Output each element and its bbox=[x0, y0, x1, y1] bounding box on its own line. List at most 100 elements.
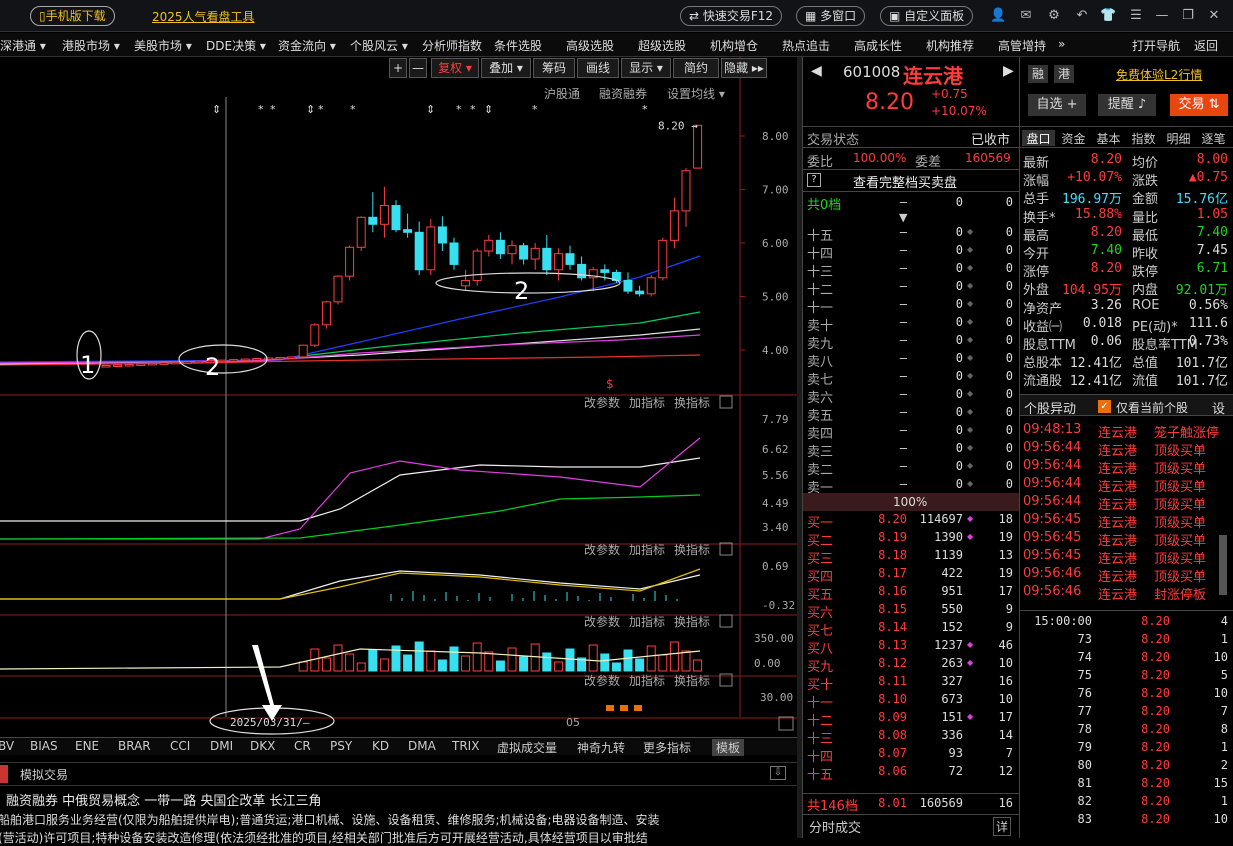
menu-item-1[interactable]: 港股市场 ▾ bbox=[62, 37, 120, 54]
anomaly-row-1[interactable]: 09:56:44 连云港 顶级买单 bbox=[1020, 439, 1233, 459]
sub-label-2-2[interactable]: 换指标 bbox=[674, 614, 710, 629]
chart-area[interactable]: 8.00 7.00 6.00 5.00 4.00 8.20 → ⇕ * * ⇕ * * ⇕ * * ⇕ * * $1… bbox=[0, 57, 797, 737]
settings-icon[interactable]: ⚙ bbox=[1046, 8, 1062, 24]
menu-item-11[interactable]: 热点追击 bbox=[782, 37, 830, 54]
menu-item-8[interactable]: 高级选股 bbox=[566, 37, 614, 54]
toolbar-btn-4[interactable]: 显示 ▾ bbox=[621, 58, 671, 78]
sub-label-1-0[interactable]: 改参数 bbox=[584, 542, 620, 557]
ma-setting-button[interactable]: 设置均线 ▾ bbox=[667, 85, 725, 102]
indicator-tab-14[interactable]: 更多指标 bbox=[643, 739, 691, 756]
toolbar-btn-6[interactable]: 隐藏 ▸▸ bbox=[721, 58, 767, 78]
quote-tab-4[interactable]: 明细 bbox=[1162, 130, 1195, 146]
indicator-tab-4[interactable]: CCI bbox=[170, 739, 190, 753]
sub-label-1-2[interactable]: 换指标 bbox=[674, 542, 710, 557]
menu-item-9[interactable]: 超级选股 bbox=[638, 37, 686, 54]
free-l2-link[interactable]: 免费体验L2行情 bbox=[1116, 66, 1202, 83]
indicator-tab-12[interactable]: 虚拟成交量 bbox=[497, 739, 557, 756]
indicator-tab-7[interactable]: CR bbox=[294, 739, 311, 753]
quote-tab-2[interactable]: 基本 bbox=[1092, 130, 1125, 146]
anomaly-row-9[interactable]: 09:56:46 连云港 封涨停板 bbox=[1020, 583, 1233, 603]
menu-item-14[interactable]: 高管增持 bbox=[998, 37, 1046, 54]
quote-tab-3[interactable]: 指数 bbox=[1127, 130, 1160, 146]
indicator-tab-0[interactable]: BV bbox=[0, 739, 14, 753]
anomaly-row-4[interactable]: 09:56:44 连云港 顶级买单 bbox=[1020, 493, 1233, 513]
sub-label-1-1[interactable]: 加指标 bbox=[629, 542, 665, 557]
fenshi-tab[interactable]: 分时成交 bbox=[809, 817, 861, 836]
toolbar-btn-0[interactable]: 复权 ▾ bbox=[431, 58, 479, 78]
zoom-in-icon[interactable]: + bbox=[389, 58, 407, 78]
undo-icon[interactable]: ↶ bbox=[1074, 8, 1090, 24]
menu-item-12[interactable]: 高成长性 bbox=[854, 37, 902, 54]
sub-close-2[interactable] bbox=[719, 614, 733, 628]
hgt-label[interactable]: 沪股通 bbox=[544, 85, 580, 102]
minimize-icon[interactable]: — bbox=[1154, 8, 1170, 24]
toolbar-btn-5[interactable]: 简约 bbox=[673, 58, 719, 78]
mobile-download-button[interactable]: ▯手机版下载 bbox=[30, 6, 115, 26]
restore-icon[interactable]: ❐ bbox=[1180, 8, 1196, 24]
menu-item-3[interactable]: DDE决策 ▾ bbox=[206, 37, 266, 54]
anomaly-row-8[interactable]: 09:56:46 连云港 顶级买单 bbox=[1020, 565, 1233, 585]
multi-window-button[interactable]: ▦ 多窗口 bbox=[796, 6, 866, 26]
menu-item-4[interactable]: 资金流向 ▾ bbox=[278, 37, 336, 54]
prev-stock-icon[interactable]: ◀ bbox=[811, 63, 822, 79]
next-stock-icon[interactable]: ▶ bbox=[1003, 63, 1014, 79]
sub-label-2-0[interactable]: 改参数 bbox=[584, 614, 620, 629]
hot-tool-link[interactable]: 2025人气看盘工具 bbox=[152, 8, 255, 25]
anomaly-settings-button[interactable]: 设 bbox=[1212, 398, 1225, 417]
mail-icon[interactable]: ✉ bbox=[1018, 8, 1034, 24]
anomaly-row-7[interactable]: 09:56:45 连云港 顶级买单 bbox=[1020, 547, 1233, 567]
sub-label-0-1[interactable]: 加指标 bbox=[629, 395, 665, 410]
indicator-tab-1[interactable]: BIAS bbox=[30, 739, 58, 753]
menu-item-0[interactable]: 深港通 ▾ bbox=[0, 37, 46, 54]
quote-tab-1[interactable]: 资金 bbox=[1057, 130, 1090, 146]
only-current-checkbox[interactable]: ✓ bbox=[1098, 400, 1111, 413]
collapse-chevron-icon[interactable]: ▼ bbox=[899, 211, 907, 224]
sub-label-2-1[interactable]: 加指标 bbox=[629, 614, 665, 629]
sim-trade-tab[interactable]: 模拟交易 bbox=[20, 766, 68, 783]
toolbar-btn-1[interactable]: 叠加 ▾ bbox=[481, 58, 531, 78]
close-icon[interactable]: ✕ bbox=[1206, 8, 1222, 24]
menu-item-13[interactable]: 机构推荐 bbox=[926, 37, 974, 54]
help-icon[interactable]: ? bbox=[807, 173, 821, 187]
add-watchlist-button[interactable]: 自选 + bbox=[1028, 94, 1086, 116]
indicator-tab-3[interactable]: BRAR bbox=[118, 739, 151, 753]
shirt-icon[interactable]: 👕 bbox=[1100, 8, 1116, 24]
user-icon[interactable]: 👤 bbox=[990, 8, 1006, 24]
anomaly-title[interactable]: 个股异动 bbox=[1024, 398, 1076, 417]
sub-label-3-2[interactable]: 换指标 bbox=[674, 673, 710, 688]
open-nav-button[interactable]: 打开导航 bbox=[1132, 37, 1180, 54]
hk-connect-badge[interactable]: 港 bbox=[1054, 65, 1074, 83]
margin-badge[interactable]: 融 bbox=[1028, 65, 1048, 83]
quote-tab-0[interactable]: 盘口 bbox=[1022, 130, 1055, 146]
indicator-tab-2[interactable]: ENE bbox=[75, 739, 99, 753]
anomaly-row-2[interactable]: 09:56:44 连云港 顶级买单 bbox=[1020, 457, 1233, 477]
menu-item-5[interactable]: 个股风云 ▾ bbox=[350, 37, 408, 54]
quote-tab-5[interactable]: 逐笔 bbox=[1197, 130, 1230, 146]
full-book-link[interactable]: 查看完整档买卖盘 bbox=[853, 172, 957, 191]
menu-item-10[interactable]: 机构增仓 bbox=[710, 37, 758, 54]
detail-button[interactable]: 详 bbox=[993, 817, 1012, 836]
zoom-out-icon[interactable]: — bbox=[409, 58, 427, 78]
menu-item-6[interactable]: 分析师指数 bbox=[422, 37, 482, 54]
alert-button[interactable]: 提醒 ♪ bbox=[1098, 94, 1156, 116]
custom-panel-button[interactable]: ▣ 自定义面板 bbox=[880, 6, 974, 26]
menu-more-icon[interactable]: » bbox=[1058, 37, 1065, 51]
sub-close-1[interactable] bbox=[719, 542, 733, 556]
toolbar-btn-3[interactable]: 画线 bbox=[577, 58, 619, 78]
toolbar-btn-2[interactable]: 筹码 bbox=[533, 58, 575, 78]
scroll-right-icon[interactable] bbox=[778, 716, 794, 731]
sub-label-0-2[interactable]: 换指标 bbox=[674, 395, 710, 410]
anomaly-row-6[interactable]: 09:56:45 连云港 顶级买单 bbox=[1020, 529, 1233, 549]
trade-button[interactable]: 交易 ⇅ bbox=[1170, 94, 1228, 116]
indicator-tab-10[interactable]: DMA bbox=[408, 739, 436, 753]
kline-chart[interactable]: 8.007.006.005.004.008.20 →⇕ * * ⇕ * * ⇕ * * ⇕ * *$1… bbox=[0, 57, 797, 737]
indicator-tab-6[interactable]: DKX bbox=[250, 739, 275, 753]
anomaly-row-5[interactable]: 09:56:45 连云港 顶级买单 bbox=[1020, 511, 1233, 531]
indicator-tab-11[interactable]: TRIX bbox=[452, 739, 479, 753]
scrollbar[interactable] bbox=[1219, 535, 1227, 595]
sub-close-0[interactable] bbox=[719, 395, 733, 409]
indicator-tab-15[interactable]: 模板 bbox=[712, 739, 745, 756]
sub-label-3-0[interactable]: 改参数 bbox=[584, 673, 620, 688]
indicator-tab-13[interactable]: 神奇九转 bbox=[577, 739, 625, 756]
anomaly-row-3[interactable]: 09:56:44 连云港 顶级买单 bbox=[1020, 475, 1233, 495]
